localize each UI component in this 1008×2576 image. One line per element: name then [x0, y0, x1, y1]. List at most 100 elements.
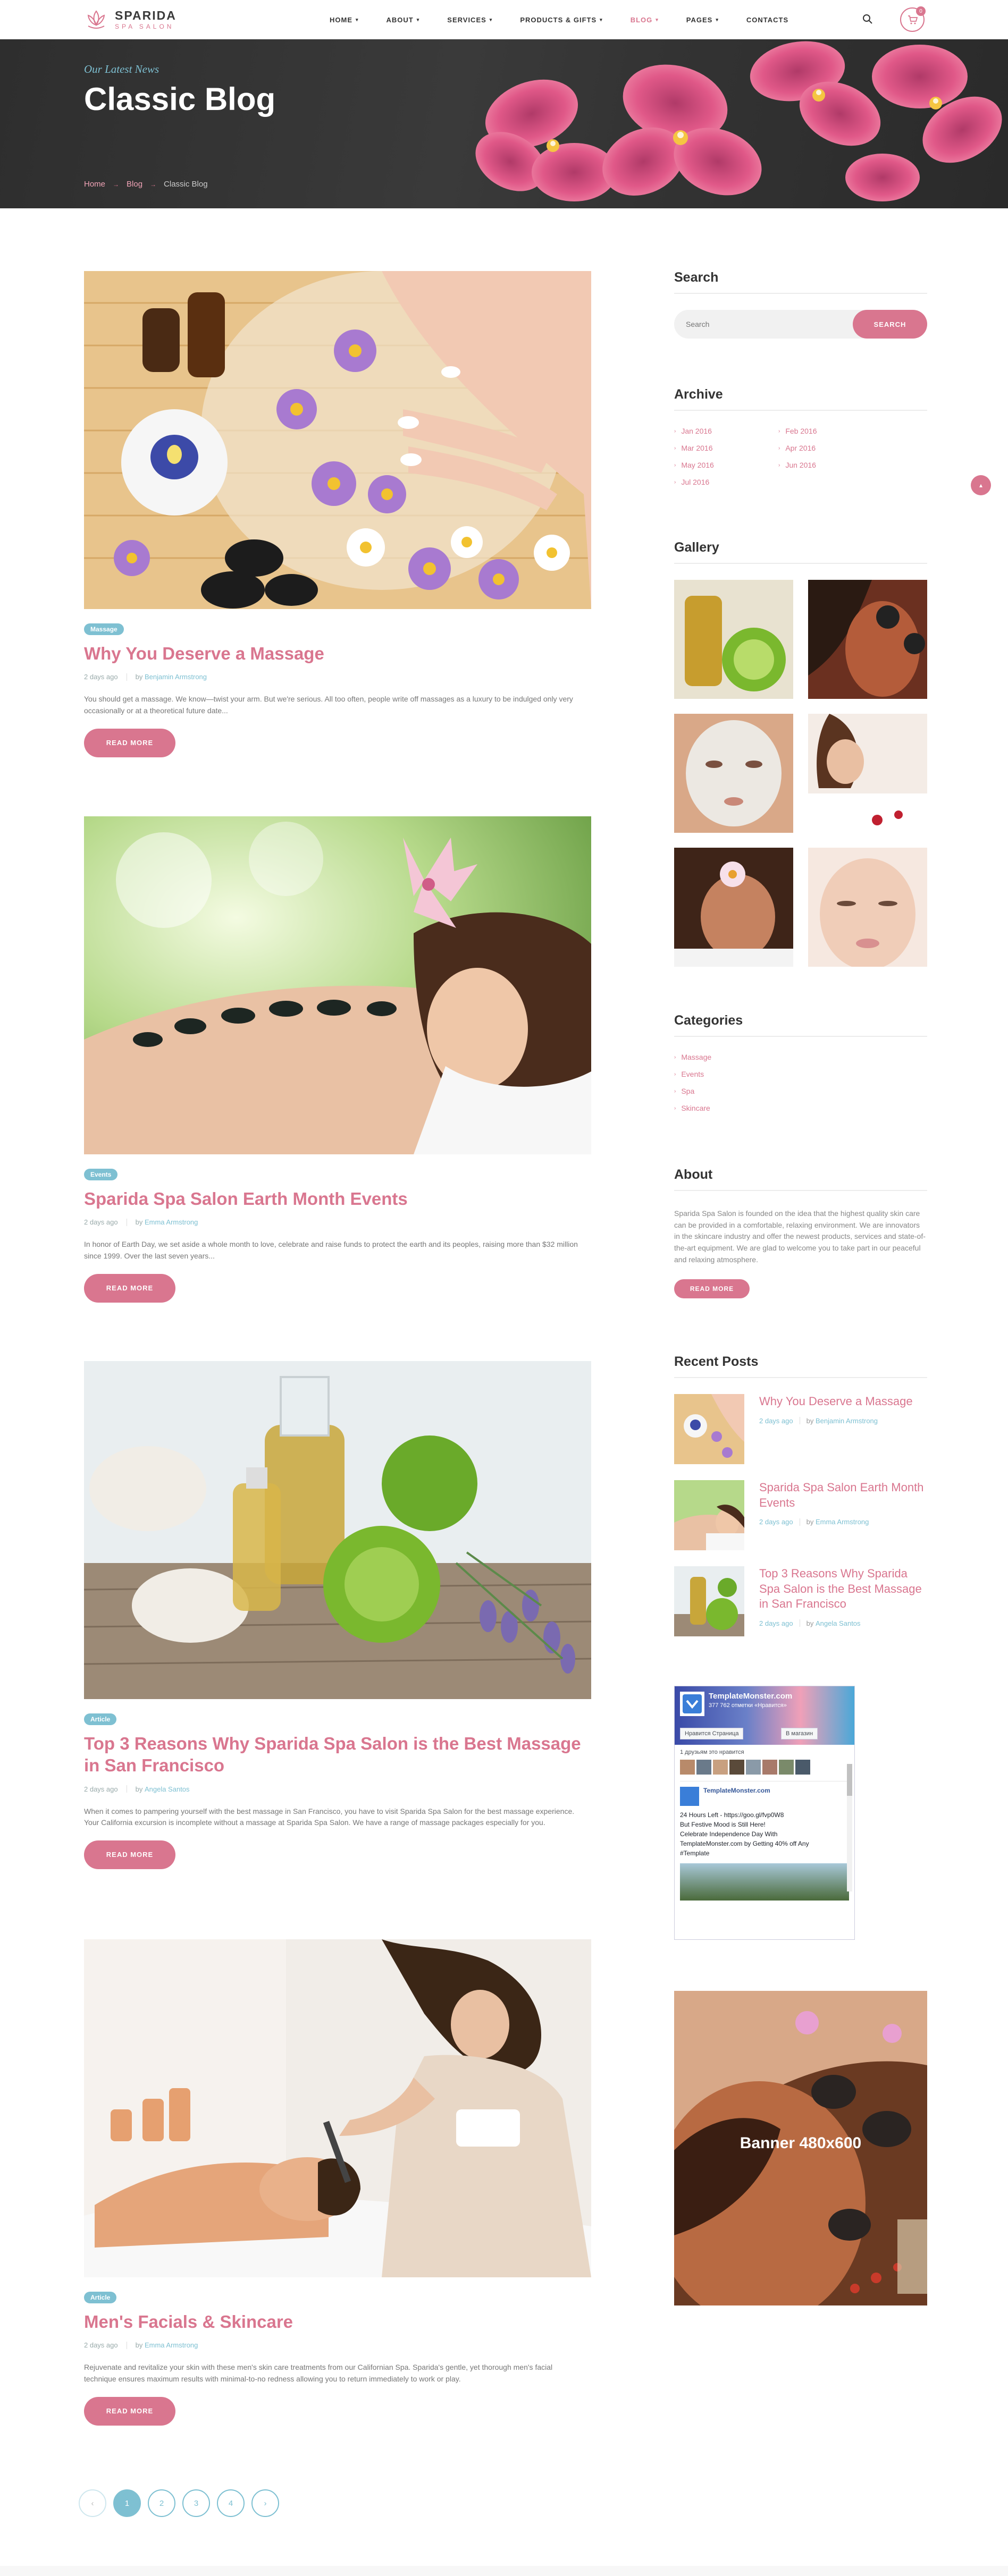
- archive-link[interactable]: › Jun 2016: [778, 461, 883, 469]
- divider: [674, 563, 927, 564]
- archive-link[interactable]: › Jan 2016: [674, 427, 778, 435]
- post-author[interactable]: Emma Armstrong: [145, 2341, 198, 2349]
- read-more-button[interactable]: READ MORE: [84, 728, 175, 757]
- read-more-button[interactable]: READ MORE: [84, 1273, 175, 1303]
- pagination-page-1[interactable]: 1: [113, 2489, 141, 2517]
- post-category-tag[interactable]: Article: [84, 1713, 117, 1725]
- chevron-right-icon: ›: [674, 479, 676, 485]
- category-link-massage[interactable]: › Massage: [674, 1053, 927, 1061]
- breadcrumb-blog[interactable]: Blog: [127, 180, 142, 189]
- recent-post-author[interactable]: Benjamin Armstrong: [816, 1417, 878, 1425]
- post-title[interactable]: Top 3 Reasons Why Sparida Spa Salon is t…: [84, 1733, 591, 1777]
- nav-pages[interactable]: PAGES ▾: [686, 16, 719, 24]
- chevron-right-icon: ›: [778, 462, 780, 468]
- post-image-manicure[interactable]: [84, 271, 591, 609]
- fb-like-page-button[interactable]: Нравится Страница: [680, 1728, 744, 1739]
- pagination-next[interactable]: ›: [251, 2489, 279, 2517]
- main-nav: HOME ▾ ABOUT ▾ SERVICES ▾ PRODUCTS & GIFTS ▾…: [330, 0, 816, 39]
- archive-link[interactable]: › Feb 2016: [778, 427, 883, 435]
- fb-post-author[interactable]: TemplateMonster.com: [703, 1787, 770, 1806]
- sidebar-search-widget: Search SEARCH: [674, 270, 927, 339]
- gallery-thumb-hot-stones[interactable]: [808, 580, 927, 699]
- facebook-page-widget[interactable]: TemplateMonster.com 377 762 отметки «Нра…: [674, 1686, 855, 1940]
- post-author[interactable]: Benjamin Armstrong: [145, 673, 207, 681]
- scroll-to-top-button[interactable]: ▴: [971, 475, 991, 495]
- read-more-button[interactable]: READ MORE: [84, 1840, 175, 1869]
- nav-contacts[interactable]: CONTACTS: [746, 16, 788, 24]
- archive-link[interactable]: › Mar 2016: [674, 444, 778, 452]
- recent-post-author[interactable]: Angela Santos: [816, 1619, 861, 1627]
- nav-home[interactable]: HOME ▾: [330, 16, 359, 24]
- chevron-down-icon: ▾: [600, 16, 603, 22]
- widget-title: Search: [674, 270, 719, 285]
- archive-link[interactable]: › May 2016: [674, 461, 778, 469]
- post-image-spa-oils-limes[interactable]: [84, 1361, 591, 1699]
- post-title[interactable]: Men's Facials & Skincare: [84, 2311, 591, 2333]
- gallery-thumb-bath[interactable]: [808, 714, 927, 833]
- read-more-button[interactable]: READ MORE: [84, 2396, 175, 2426]
- nav-blog[interactable]: BLOG ▾: [631, 16, 659, 24]
- fb-scrollbar[interactable]: [847, 1764, 852, 1891]
- recent-post-thumb[interactable]: [674, 1394, 744, 1464]
- category-link-events[interactable]: › Events: [674, 1070, 927, 1078]
- divider: [674, 1036, 927, 1037]
- pagination: ‹ 1 2 3 4 ›: [79, 2489, 286, 2517]
- post-title[interactable]: Sparida Spa Salon Earth Month Events: [84, 1188, 591, 1210]
- post-title[interactable]: Why You Deserve a Massage: [84, 643, 591, 664]
- post-image-hot-stone-massage[interactable]: [84, 816, 591, 1154]
- post-author[interactable]: Angela Santos: [145, 1785, 190, 1793]
- blog-post: Article Men's Facials & Skincare 2 days …: [84, 1939, 591, 2426]
- divider: [674, 293, 927, 294]
- search-icon[interactable]: [862, 14, 873, 24]
- post-category-tag[interactable]: Article: [84, 2292, 117, 2303]
- recent-post-item: Why You Deserve a Massage 2 days ago by B…: [674, 1394, 927, 1464]
- nav-products-gifts[interactable]: PRODUCTS & GIFTS ▾: [520, 16, 602, 24]
- category-link-spa[interactable]: › Spa: [674, 1087, 927, 1095]
- about-read-more-button[interactable]: READ MORE: [674, 1279, 750, 1299]
- pagination-page-2[interactable]: 2: [148, 2489, 175, 2517]
- breadcrumb-home[interactable]: Home: [84, 180, 105, 189]
- chevron-right-icon: ›: [674, 462, 676, 468]
- archive-link[interactable]: › Jul 2016: [674, 478, 778, 486]
- nav-services[interactable]: SERVICES ▾: [447, 16, 492, 24]
- post-category-tag[interactable]: Events: [84, 1169, 118, 1180]
- archive-link[interactable]: › Apr 2016: [778, 444, 883, 452]
- pagination-page-3[interactable]: 3: [182, 2489, 210, 2517]
- orchid-flowers-image: [475, 41, 1002, 201]
- post-category-tag[interactable]: Massage: [84, 623, 124, 635]
- divider: [674, 410, 927, 411]
- recent-post-title[interactable]: Why You Deserve a Massage: [759, 1395, 913, 1408]
- ad-banner[interactable]: Banner 480x600: [674, 1991, 927, 2305]
- site-logo[interactable]: SPARIDA SPA SALON: [84, 7, 177, 32]
- recent-post-item: Sparida Spa Salon Earth Month Events 2 d…: [674, 1480, 927, 1550]
- page-title: Classic Blog: [84, 81, 276, 117]
- fb-post-text: 24 Hours Left - https://goo.gl/fvp0W8 Bu…: [675, 1806, 834, 1858]
- recent-post-title[interactable]: Top 3 Reasons Why Sparida Spa Salon is t…: [759, 1567, 922, 1610]
- chevron-down-icon: ▾: [489, 16, 493, 22]
- search-input[interactable]: [674, 310, 834, 339]
- nav-about[interactable]: ABOUT ▾: [387, 16, 420, 24]
- gallery-thumb-face-closeup[interactable]: [808, 848, 927, 967]
- recent-post-thumb[interactable]: [674, 1480, 744, 1550]
- recent-post-author[interactable]: Emma Armstrong: [816, 1518, 869, 1526]
- recent-post-title[interactable]: Sparida Spa Salon Earth Month Events: [759, 1481, 923, 1509]
- gallery-thumb-oil-lime[interactable]: [674, 580, 793, 699]
- gallery-thumb-face-mask[interactable]: [674, 714, 793, 833]
- chevron-up-icon: ▴: [979, 482, 983, 489]
- recent-post-thumb[interactable]: [674, 1566, 744, 1636]
- category-link-skincare[interactable]: › Skincare: [674, 1104, 927, 1112]
- recent-post-by-label: by: [806, 1518, 814, 1526]
- gallery-thumb-flower-hair[interactable]: [674, 848, 793, 967]
- search-button[interactable]: SEARCH: [853, 310, 927, 339]
- fb-shop-button[interactable]: В магазин: [781, 1728, 818, 1739]
- chevron-right-icon: ›: [778, 428, 780, 434]
- recent-post-date: 2 days ago: [759, 1518, 793, 1526]
- post-image-mens-facial[interactable]: [84, 1939, 591, 2277]
- pagination-page-4[interactable]: 4: [217, 2489, 245, 2517]
- pagination-prev[interactable]: ‹: [79, 2489, 106, 2517]
- fb-page-name[interactable]: TemplateMonster.com: [709, 1692, 792, 1701]
- recent-post-date: 2 days ago: [759, 1619, 793, 1627]
- lotus-logo-icon: [87, 10, 105, 29]
- post-author[interactable]: Emma Armstrong: [145, 1218, 198, 1226]
- cart-button[interactable]: 0: [900, 6, 926, 32]
